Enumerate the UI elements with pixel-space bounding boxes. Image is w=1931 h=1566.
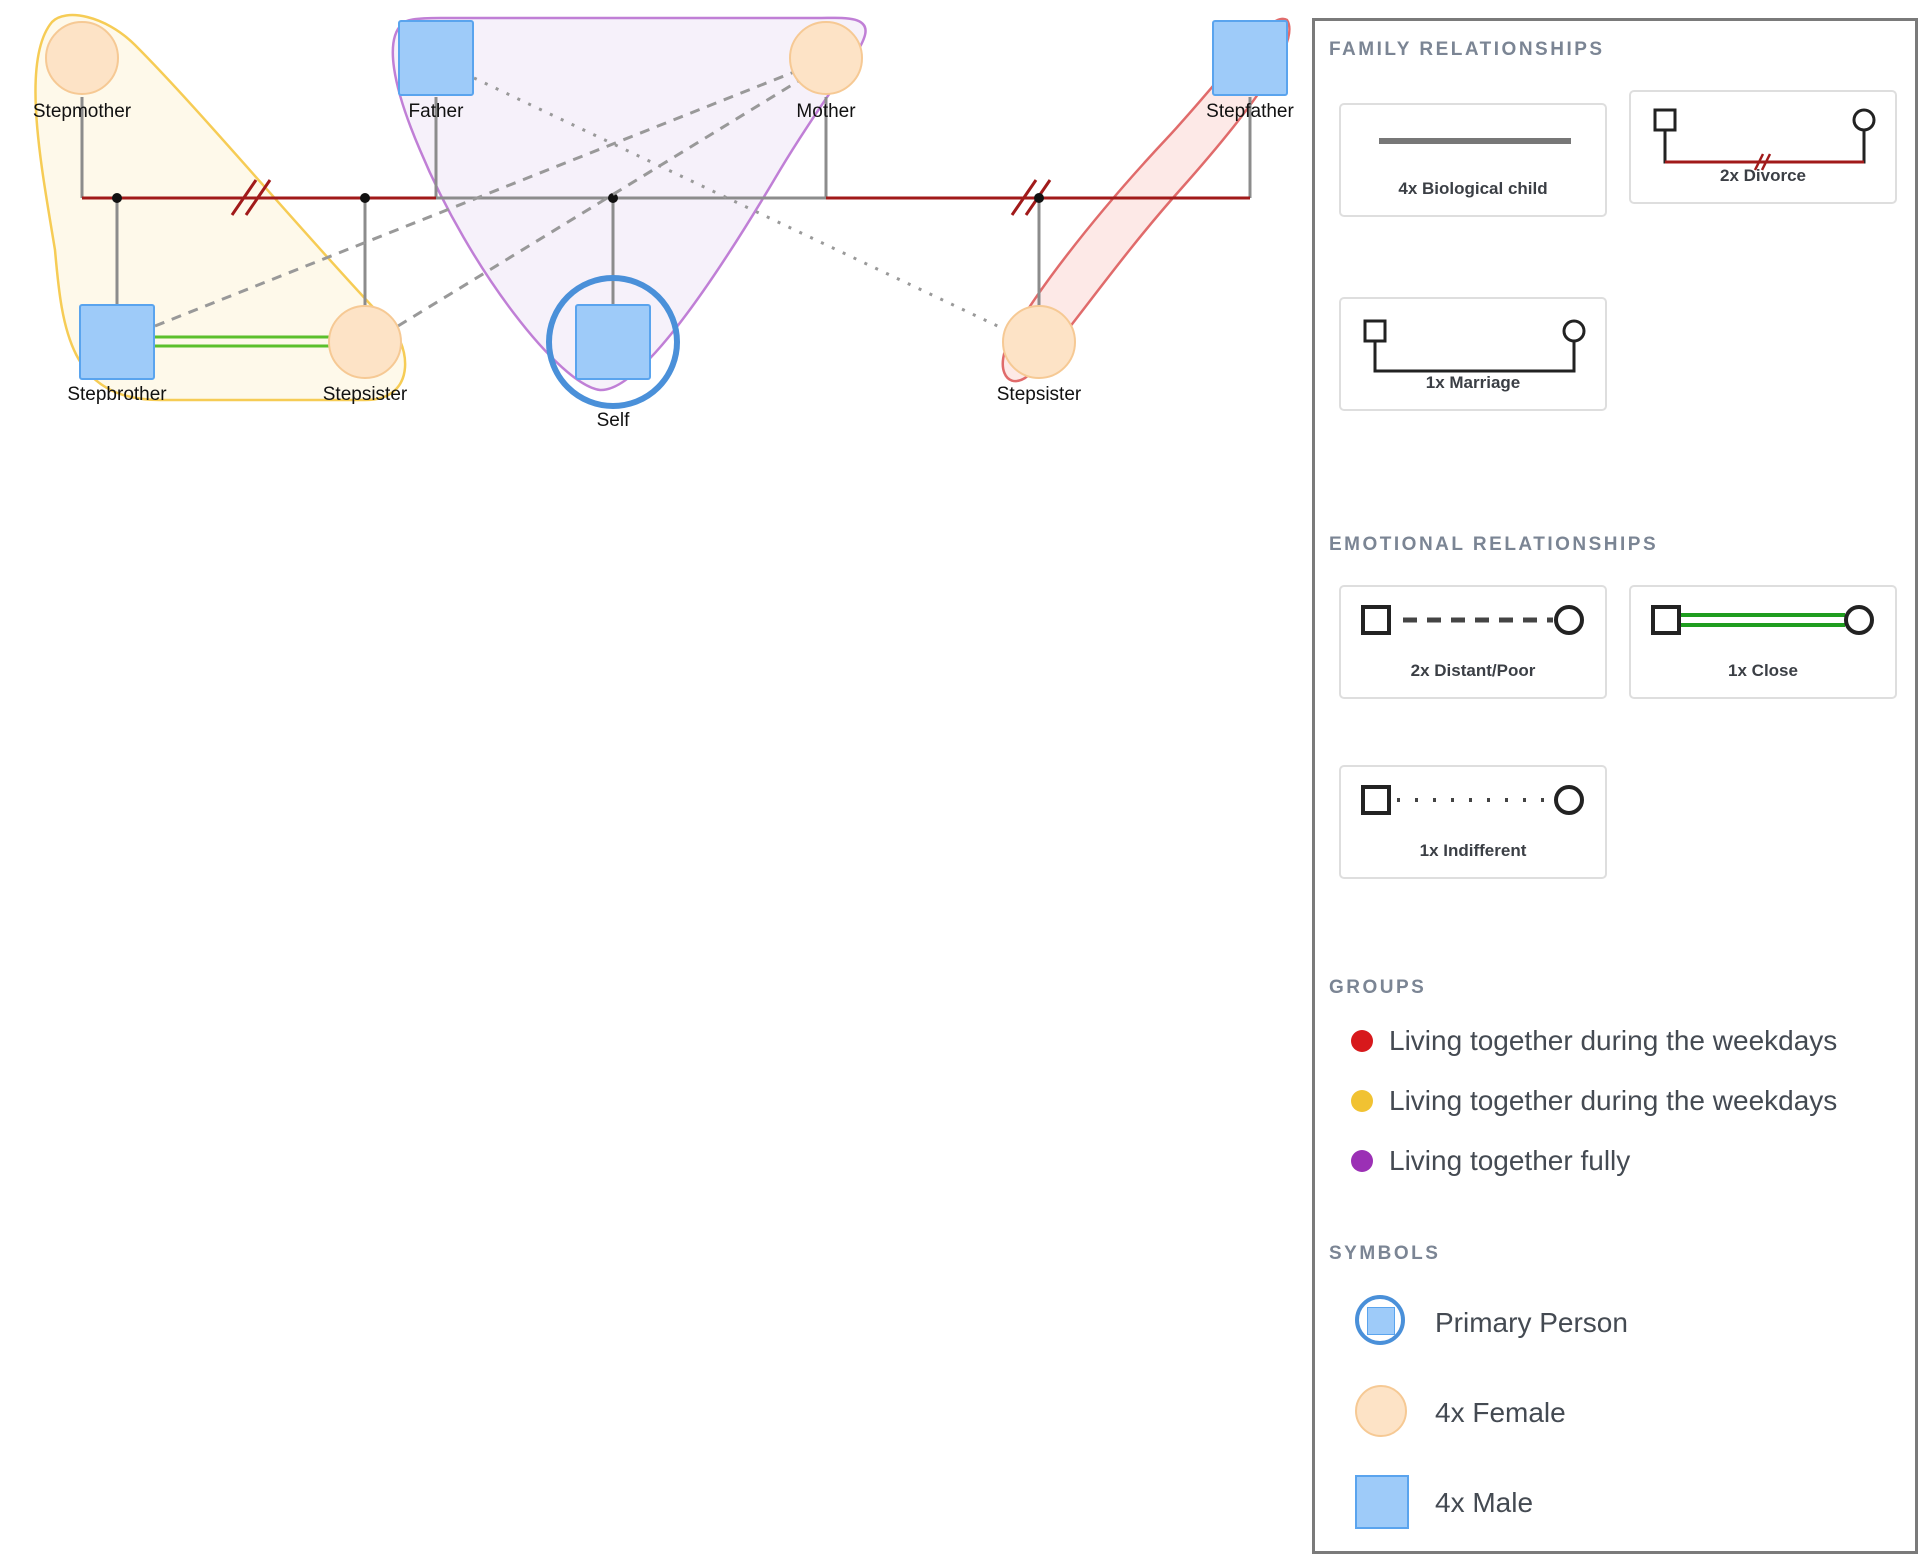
group-item-purple[interactable]: Living together fully (1351, 1141, 1630, 1181)
symbols-title: SYMBOLS (1329, 1243, 1441, 1264)
person-node-mother[interactable] (789, 21, 863, 95)
person-node-stepsister1[interactable] (328, 305, 402, 379)
legend-card-biological-child: 4x Biological child (1339, 103, 1607, 217)
distant-icon (1361, 605, 1584, 635)
close-icon (1651, 605, 1874, 635)
yellow-dot-icon (1351, 1090, 1373, 1112)
legend-card-close: 1x Close (1629, 585, 1897, 699)
person-label-father: Father (409, 101, 465, 122)
junction-dot-1 (112, 193, 122, 203)
symbol-label-primary: Primary Person (1435, 1307, 1628, 1338)
group-item-red[interactable]: Living together during the weekdays (1351, 1021, 1837, 1061)
groups-title: GROUPS (1329, 977, 1427, 998)
legend-card-marriage: 1x Marriage (1339, 297, 1607, 411)
person-node-stepmother[interactable] (45, 21, 119, 95)
male-icon (1353, 1473, 1413, 1533)
divorce-icon (1653, 108, 1876, 171)
person-label-stepsister2: Stepsister (997, 384, 1082, 405)
person-node-stepbrother[interactable] (79, 304, 155, 380)
person-label-mother: Mother (796, 101, 856, 122)
family-relationships-title: FAMILY RELATIONSHIPS (1329, 39, 1605, 60)
indifferent-icon (1361, 785, 1584, 815)
legend-label-biological-child: 4x Biological child (1398, 179, 1548, 198)
group-label: Living together during the weekdays (1389, 1025, 1838, 1056)
group-label: Living together fully (1389, 1145, 1631, 1176)
symbol-label-male: 4x Male (1435, 1487, 1534, 1518)
legend-label-close: 1x Close (1728, 661, 1798, 680)
emotional-relationships-title: EMOTIONAL RELATIONSHIPS (1329, 534, 1659, 555)
genogram-diagram: Stepmother Father Mother Stepfather Stepbrot… (33, 13, 1295, 431)
legend-label-marriage: 1x Marriage (1425, 373, 1521, 392)
person-node-stepfather[interactable] (1212, 20, 1288, 96)
person-node-father[interactable] (398, 20, 474, 96)
legend-card-distant: 2x Distant/Poor (1339, 585, 1607, 699)
legend-label-indifferent: 1x Indifferent (1419, 841, 1527, 860)
symbol-label-female: 4x Female (1435, 1397, 1566, 1428)
person-label-self: Self (597, 410, 630, 431)
legend-label-distant: 2x Distant/Poor (1410, 661, 1536, 680)
biological-child-icon (1379, 138, 1571, 144)
symbol-item-female: 4x Female (1353, 1383, 1566, 1443)
legend-card-indifferent: 1x Indifferent (1339, 765, 1607, 879)
symbol-item-male: 4x Male (1353, 1473, 1533, 1533)
marriage-icon (1363, 319, 1586, 373)
legend-label-divorce: 2x Divorce (1720, 166, 1806, 185)
purple-dot-icon (1351, 1150, 1373, 1172)
junction-dot-4 (1034, 193, 1044, 203)
person-label-stepmother: Stepmother (33, 101, 132, 122)
person-label-stepsister1: Stepsister (323, 384, 408, 405)
symbol-item-primary: Primary Person (1353, 1293, 1628, 1353)
group-item-yellow[interactable]: Living together during the weekdays (1351, 1081, 1837, 1121)
red-dot-icon (1351, 1030, 1373, 1052)
primary-person-icon (1353, 1293, 1413, 1353)
junction-dot-2 (360, 193, 370, 203)
legend-panel: FAMILY RELATIONSHIPS 4x Biological child… (1312, 18, 1918, 1554)
group-label: Living together during the weekdays (1389, 1085, 1838, 1116)
person-label-stepfather: Stepfather (1206, 101, 1294, 122)
female-icon (1353, 1383, 1413, 1443)
legend-card-divorce: 2x Divorce (1629, 90, 1897, 204)
person-node-stepsister2[interactable] (1002, 305, 1076, 379)
person-label-stepbrother: Stepbrother (67, 384, 167, 405)
person-node-self[interactable] (575, 304, 651, 380)
